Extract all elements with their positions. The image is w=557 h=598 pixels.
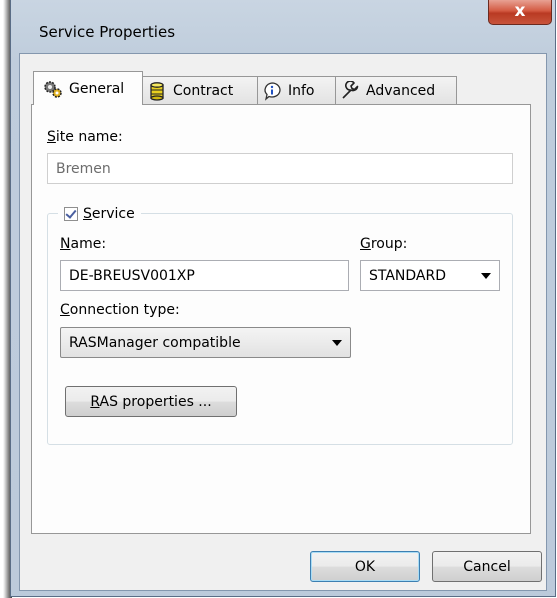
name-label: Name: bbox=[60, 236, 107, 252]
name-field[interactable]: DE-BREUSV001XP bbox=[60, 260, 349, 291]
tab-label: Advanced bbox=[366, 83, 436, 99]
ras-properties-button[interactable]: RAS properties ... bbox=[65, 386, 237, 417]
wrench-icon bbox=[340, 80, 360, 101]
tab-contract[interactable]: Contract bbox=[142, 76, 258, 105]
cancel-button[interactable]: Cancel bbox=[432, 551, 542, 582]
site-name-field[interactable]: Bremen bbox=[47, 153, 513, 184]
cancel-label: Cancel bbox=[463, 558, 511, 575]
gears-icon bbox=[43, 79, 63, 99]
group-label: Group: bbox=[360, 236, 408, 252]
tab-info[interactable]: Info bbox=[257, 76, 336, 105]
tab-general[interactable]: General bbox=[33, 71, 143, 105]
tab-label: Contract bbox=[173, 83, 234, 99]
database-icon bbox=[147, 81, 167, 101]
connection-type-selected-value: RASManager compatible bbox=[69, 334, 241, 351]
service-checkbox[interactable] bbox=[64, 207, 78, 221]
ras-properties-label: RAS properties ... bbox=[90, 393, 212, 410]
service-checkbox-row[interactable]: Service bbox=[58, 204, 141, 224]
tab-label: Info bbox=[288, 83, 315, 99]
name-value: DE-BREUSV001XP bbox=[69, 267, 195, 284]
dialog-window: Service Properties x General Contract In… bbox=[10, 0, 556, 597]
info-bubble-icon bbox=[262, 81, 282, 101]
ok-label: OK bbox=[354, 558, 376, 575]
site-name-label: Site name: bbox=[47, 129, 123, 145]
tab-advanced[interactable]: Advanced bbox=[335, 76, 457, 105]
chevron-down-icon bbox=[481, 272, 491, 279]
group-dropdown[interactable]: STANDARD bbox=[360, 260, 500, 291]
tab-label: General bbox=[69, 80, 125, 97]
site-name-value: Bremen bbox=[56, 160, 111, 177]
window-title: Service Properties bbox=[39, 23, 176, 41]
general-tab-panel: Site name: Bremen Service Name: DE-BREUS… bbox=[31, 104, 531, 534]
close-icon: x bbox=[514, 1, 526, 21]
ok-button[interactable]: OK bbox=[310, 551, 420, 582]
close-button[interactable]: x bbox=[488, 0, 552, 25]
dialog-client-area: General Contract Info Advanced Site name… bbox=[19, 53, 547, 591]
chevron-down-icon bbox=[332, 339, 342, 346]
connection-type-dropdown[interactable]: RASManager compatible bbox=[60, 327, 351, 358]
service-checkbox-label: Service bbox=[83, 206, 135, 222]
connection-type-label: Connection type: bbox=[60, 302, 180, 318]
group-selected-value: STANDARD bbox=[369, 267, 447, 284]
